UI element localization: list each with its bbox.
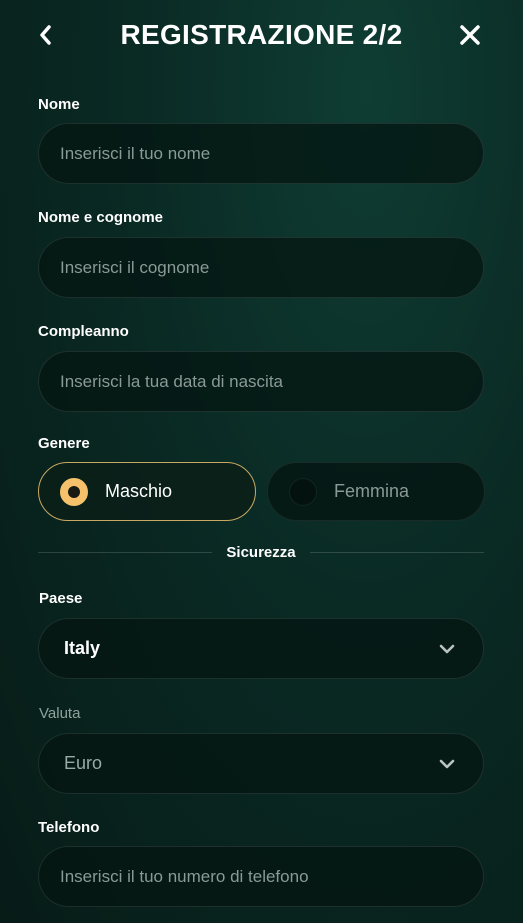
paese-value: Italy (64, 638, 101, 658)
nome-label: Nome (38, 96, 80, 113)
divider-line-left (38, 551, 213, 553)
close-button[interactable] (455, 20, 485, 54)
page-title: REGISTRAZIONE 2/2 (120, 19, 403, 50)
genere-label: Genere (38, 435, 90, 452)
compleanno-placeholder: Inserisci la tua data di nascita (60, 371, 284, 391)
nome-input[interactable]: Inserisci il tuo nome (38, 123, 484, 184)
gender-radio-maschio[interactable]: Maschio (38, 462, 256, 521)
chevron-down-icon (437, 754, 457, 774)
paese-select[interactable]: Italy (38, 618, 484, 679)
chevron-left-icon[interactable] (37, 24, 53, 51)
valuta-select[interactable]: Euro (38, 733, 484, 794)
cognome-input[interactable]: Inserisci il cognome (38, 237, 484, 298)
valuta-value: Euro (64, 753, 103, 773)
chevron-down-icon (437, 639, 457, 659)
radio-unselected-icon (289, 477, 317, 506)
gender-label-femmina: Femmina (334, 481, 410, 501)
compleanno-label: Compleanno (38, 323, 129, 340)
nome-placeholder: Inserisci il tuo nome (60, 143, 211, 163)
radio-selected-icon (60, 477, 88, 506)
close-icon[interactable] (459, 24, 481, 51)
section-title: Sicurezza (226, 543, 296, 561)
header: REGISTRAZIONE 2/2 (0, 0, 523, 74)
telefono-placeholder: Inserisci il tuo numero di telefono (60, 866, 309, 886)
back-button[interactable] (30, 20, 60, 54)
gender-radio-femmina[interactable]: Femmina (267, 462, 485, 521)
telefono-input[interactable]: Inserisci il tuo numero di telefono (38, 846, 484, 907)
cognome-label: Nome e cognome (38, 209, 164, 226)
compleanno-input[interactable]: Inserisci la tua data di nascita (38, 351, 484, 412)
telefono-label: Telefono (38, 819, 100, 836)
paese-label: Paese (39, 590, 83, 607)
divider-line-right (309, 551, 485, 553)
gender-label-maschio: Maschio (105, 481, 173, 501)
cognome-placeholder: Inserisci il cognome (60, 257, 210, 277)
valuta-label: Valuta (39, 705, 81, 722)
section-divider: Sicurezza (38, 541, 485, 563)
